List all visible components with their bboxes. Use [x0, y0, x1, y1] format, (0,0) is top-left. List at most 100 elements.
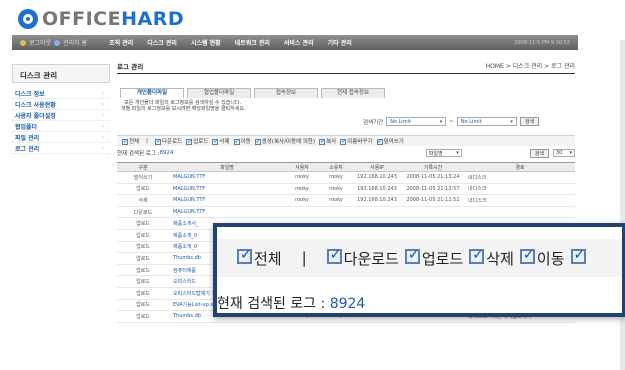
cell-type: 업로드 [117, 310, 169, 323]
chevron-right-icon: › [101, 122, 104, 130]
sidebar-item-label: 협업폴더 [15, 123, 38, 131]
date-from-select[interactable]: No Limit ▾ [386, 117, 447, 126]
table-row[interactable]: 다운로드 MALGUN.TTF [117, 206, 575, 219]
check-label: 다운로드 [343, 249, 399, 268]
search-button[interactable]: 검색 [529, 148, 549, 158]
checkbox-checked-icon [326, 247, 342, 264]
check-delete[interactable]: 삭제 [212, 137, 230, 145]
cell-filename[interactable]: MALGUN.TTF [169, 206, 285, 219]
sidebar-item-shared-folder[interactable]: 협업폴더 › [12, 121, 110, 132]
admin-home-link[interactable]: 관리자 홈 [63, 38, 87, 47]
home-icon [54, 39, 61, 46]
cell-ip: 192.168.10.243 [353, 194, 401, 207]
check-overwrite[interactable]: 덮어쓰기 [376, 137, 404, 145]
table-row[interactable]: 삭제 MALGUN.TTF rooky rooky 192.168.10.243 2008… [117, 194, 575, 207]
checkbox-checked-icon [570, 247, 586, 264]
menu-etc[interactable]: 기타 관리 [328, 38, 352, 47]
col-owner[interactable]: 소유자 [319, 162, 353, 172]
check-label: 삭제 [219, 139, 230, 145]
cell-type: 업로드 [117, 287, 169, 300]
check-copy[interactable]: 복사 [319, 137, 336, 145]
zoom-check-move[interactable]: 이동 [519, 247, 565, 269]
menu-org[interactable]: 조직 관리 [109, 38, 133, 47]
sidebar-item-disk-info[interactable]: 디스크 정보 › [12, 88, 110, 99]
user-icon [20, 39, 26, 46]
checkbox-checked-icon [237, 247, 252, 264]
sidebar-item-user-folder[interactable]: 사용자 폴더설정 › [12, 110, 110, 121]
sidebar-item-log-manage[interactable]: 로그 관리 › [12, 143, 110, 154]
date-to-select[interactable]: No Limit ▾ [456, 117, 517, 126]
check-download[interactable]: 다운로드 [154, 137, 182, 145]
cell-type: 덮어쓰기 [117, 171, 169, 184]
sort-select[interactable]: 파일명 ▾ [425, 149, 462, 157]
sidebar-item-label: 로그 관리 [15, 145, 40, 153]
menu-disk[interactable]: 디스크 관리 [147, 38, 177, 47]
divider: | [301, 249, 307, 267]
checkbox-checked-icon [233, 138, 240, 145]
sidebar-item-label: 파일 관리 [15, 134, 40, 142]
menu-service[interactable]: 서비스 관리 [284, 38, 314, 47]
checkbox-checked-icon [376, 138, 383, 145]
cell-user [285, 206, 319, 219]
zoom-check-next[interactable] [570, 247, 588, 268]
tab-personal-files[interactable]: 개인폴더파일 [120, 88, 184, 98]
result-label: 현재 검색된 로그 : [117, 151, 160, 157]
logo-text-hard: HARD [121, 8, 185, 30]
cell-filename[interactable]: MALGUN.TTF [169, 171, 285, 184]
chevron-right-icon: › [101, 144, 104, 152]
check-upload[interactable]: 업로드 [186, 137, 208, 145]
chevron-down-icon: ▾ [456, 150, 459, 156]
page-size-select[interactable]: 30 ▾ [553, 149, 575, 157]
cell-user: rooky [285, 171, 319, 184]
zoom-check-upload[interactable]: 업로드 [404, 247, 463, 269]
check-label: 복사 [326, 139, 337, 145]
check-rename[interactable]: 이름바꾸기 [340, 137, 373, 145]
sidebar-item-file-manage[interactable]: 파일 관리 › [12, 132, 110, 143]
menu-system[interactable]: 시스템 현황 [191, 38, 221, 47]
app-logo: OFFICEHARD [18, 6, 184, 32]
col-time[interactable]: 기록시간 [401, 162, 465, 172]
table-row[interactable]: 업로드 MALGUN.TTF rooky rooky 192.168.10.243 200… [117, 183, 575, 196]
table-row[interactable]: 덮어쓰기 MALGUN.TTF rooky rooky 192.168.10.243 20… [117, 171, 575, 184]
cell-user: rooky [285, 194, 319, 207]
checkbox-checked-icon [469, 247, 485, 264]
result-count: 8924 [329, 296, 366, 312]
col-path[interactable]: 경로 [465, 162, 575, 172]
date-search-button[interactable]: 검색 [519, 117, 540, 126]
col-filename[interactable]: 파일명 [169, 162, 285, 172]
cell-owner: rooky [319, 171, 353, 184]
col-ip[interactable]: 사용IP [353, 162, 401, 172]
zoom-check-delete[interactable]: 삭제 [469, 247, 514, 269]
col-user[interactable]: 사용자 [285, 162, 319, 172]
cell-path [465, 206, 575, 219]
filter-label: 검색기간 [363, 119, 384, 126]
checkbox-checked-icon [519, 247, 535, 264]
check-create[interactable]: 생성(복사/이동에 의한) [254, 137, 315, 145]
tab-access-info[interactable]: 접속정보 [254, 88, 318, 98]
log-type-filters: 전체 | 다운로드 업로드 삭제 이동 생성(복사/이동에 의한) 복사 이름바… [117, 135, 575, 146]
col-type[interactable]: 구분 [117, 162, 169, 172]
cell-path: 내디스크 [465, 171, 575, 184]
checkbox-checked-icon [122, 138, 128, 145]
menu-network[interactable]: 네트워크 관리 [235, 38, 270, 47]
sidebar-item-label: 디스크 정보 [15, 90, 45, 98]
check-move[interactable]: 이동 [233, 137, 251, 145]
date-to-value: No Limit [460, 118, 482, 125]
chevron-right-icon: › [101, 133, 104, 141]
zoom-check-download[interactable]: 다운로드 [326, 247, 399, 269]
zoom-check-all[interactable]: 전체 [237, 247, 282, 269]
logout-link[interactable]: 로그아웃 [29, 38, 51, 47]
chevron-down-icon: ▾ [439, 118, 443, 125]
tab-current-access[interactable]: 현재 접속정보 [321, 88, 385, 98]
zoom-result: 현재 검색된 로그 : 8924 [217, 293, 365, 313]
check-all[interactable]: 전체 [122, 137, 139, 145]
cell-time: 2008-11-05 21:12:57 [401, 183, 465, 196]
cell-owner [319, 206, 353, 219]
cell-filename[interactable]: MALGUN.TTF [169, 194, 285, 207]
checkbox-checked-icon [340, 138, 346, 145]
scrollbar[interactable] [620, 40, 625, 370]
cell-filename[interactable]: MALGUN.TTF [169, 183, 285, 196]
tab-shared-files[interactable]: 협업폴더파일 [187, 88, 251, 98]
sidebar-item-disk-usage[interactable]: 디스크 사용현황 › [12, 99, 110, 110]
sidebar-item-label: 디스크 사용현황 [15, 101, 56, 109]
